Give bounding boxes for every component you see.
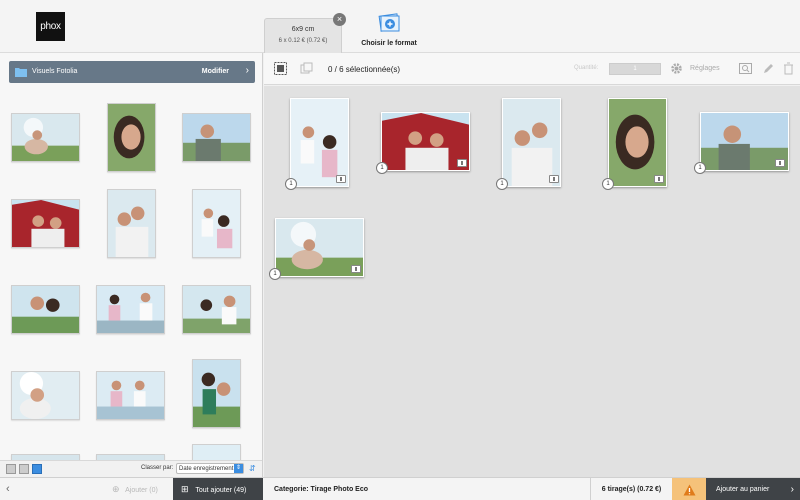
select-all-icon[interactable] xyxy=(274,62,287,75)
add-circle-icon: ⊕ xyxy=(112,484,120,494)
thumbnail-photo[interactable] xyxy=(192,189,241,258)
small-grid-view-icon[interactable] xyxy=(32,464,42,474)
selection-toolbar: 0 / 6 sélectionnée(s) Quantité: 1 Réglag… xyxy=(264,53,800,85)
chevron-right-icon: › xyxy=(245,65,249,76)
warning-button[interactable] xyxy=(672,478,706,500)
print-work-area: 1 1 1 1 1 1 xyxy=(264,86,800,477)
sort-select-value: Date enregistrement xyxy=(179,466,234,472)
format-tab[interactable]: 6x9 cm 6 x 0.12 € (0.72 €) xyxy=(264,18,342,53)
choose-format-button[interactable]: Choisir le format xyxy=(356,10,422,47)
format-tab-price: 6 x 0.12 € (0.72 €) xyxy=(278,38,328,44)
thumbnail-photo[interactable] xyxy=(192,359,241,428)
edit-icon[interactable] xyxy=(762,62,775,75)
print-photo[interactable] xyxy=(608,98,667,187)
thumbnail-photo[interactable] xyxy=(96,285,165,334)
modify-button[interactable]: Modifier xyxy=(202,68,229,75)
fotolia-header[interactable]: Visuels Fotolia Modifier › xyxy=(9,61,255,83)
thumbnail-photo[interactable] xyxy=(182,113,251,162)
quantity-badge[interactable]: 1 xyxy=(285,178,297,190)
photo-info-icon[interactable] xyxy=(654,175,664,183)
add-all-button[interactable]: ⊞ Tout ajouter (49) xyxy=(173,478,263,500)
settings-label[interactable]: Réglages xyxy=(690,65,720,72)
app-logo: phox xyxy=(36,12,65,41)
top-bar: phox 6x9 cm 6 x 0.12 € (0.72 €) × Choisi… xyxy=(0,0,800,53)
add-format-icon xyxy=(378,13,400,32)
thumbnail-photo[interactable] xyxy=(11,199,80,248)
thumbnail-photo[interactable] xyxy=(11,285,80,334)
back-chevron-icon[interactable]: ‹ xyxy=(6,483,10,495)
sort-direction-icon[interactable]: ⇵ xyxy=(249,464,256,473)
duplicate-icon[interactable] xyxy=(300,62,313,75)
thumbnail-photo[interactable] xyxy=(11,113,80,162)
selection-count: 0 / 6 sélectionnée(s) xyxy=(328,65,401,74)
print-photo[interactable] xyxy=(502,98,561,187)
folder-icon xyxy=(15,68,27,77)
add-to-cart-button[interactable]: Ajouter au panier › xyxy=(706,478,800,500)
fotolia-title: Visuels Fotolia xyxy=(32,68,78,75)
select-arrows-icon: ⇕ xyxy=(234,464,243,473)
add-to-cart-label: Ajouter au panier xyxy=(716,486,770,493)
photo-info-icon[interactable] xyxy=(336,175,346,183)
thumbnail-photo[interactable] xyxy=(107,189,156,258)
fotolia-panel: Visuels Fotolia Modifier › Classer par: … xyxy=(0,53,263,477)
print-photo[interactable] xyxy=(290,98,349,187)
quantity-badge[interactable]: 1 xyxy=(694,162,706,174)
thumbnail-photo[interactable] xyxy=(107,103,156,172)
quantity-badge[interactable]: 1 xyxy=(269,268,281,280)
photo-info-icon[interactable] xyxy=(775,159,785,167)
quantity-label: Quantité: xyxy=(574,65,599,71)
medium-grid-view-icon[interactable] xyxy=(19,464,29,474)
format-tab-size: 6x9 cm xyxy=(291,26,315,33)
thumbnail-photo[interactable] xyxy=(11,371,80,420)
close-icon[interactable]: × xyxy=(333,13,346,26)
photo-info-icon[interactable] xyxy=(457,159,467,167)
category-label: Categorie: Tirage Photo Eco xyxy=(274,486,368,493)
warning-icon xyxy=(683,484,695,495)
add-all-icon: ⊞ xyxy=(181,484,189,494)
quantity-badge[interactable]: 1 xyxy=(496,178,508,190)
large-grid-view-icon[interactable] xyxy=(6,464,16,474)
trash-icon[interactable] xyxy=(782,62,795,75)
prints-summary: 6 tirage(s) (0.72 €) xyxy=(590,478,672,500)
quantity-badge[interactable]: 1 xyxy=(376,162,388,174)
add-button[interactable]: ⊕ Ajouter (0) xyxy=(104,478,172,500)
thumbnail-photo[interactable] xyxy=(182,285,251,334)
sort-label: Classer par: xyxy=(141,465,174,471)
thumbnail-photo[interactable] xyxy=(96,371,165,420)
quantity-stepper[interactable]: 1 xyxy=(609,63,661,75)
gear-icon[interactable] xyxy=(670,62,683,75)
photo-info-icon[interactable] xyxy=(351,265,361,273)
chevron-right-icon: › xyxy=(790,484,794,495)
zoom-icon[interactable] xyxy=(739,62,752,75)
sort-select[interactable]: Date enregistrement ⇕ xyxy=(176,463,244,474)
choose-format-label: Choisir le format xyxy=(361,40,417,47)
add-button-label: Ajouter (0) xyxy=(125,487,158,494)
photo-info-icon[interactable] xyxy=(549,175,559,183)
add-all-label: Tout ajouter (49) xyxy=(195,487,247,494)
quantity-badge[interactable]: 1 xyxy=(602,178,614,190)
bottom-bar: ‹ ⊕ Ajouter (0) ⊞ Tout ajouter (49) Cate… xyxy=(0,477,800,500)
view-options-bar: Classer par: Date enregistrement ⇕ ⇵ xyxy=(0,460,262,477)
